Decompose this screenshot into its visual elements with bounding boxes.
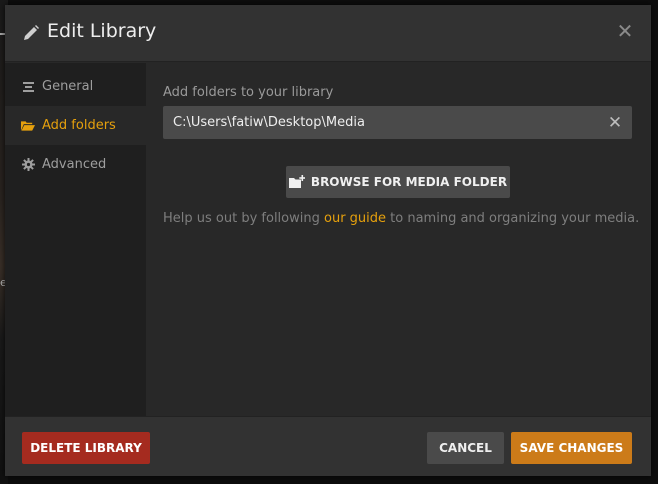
- help-text-prefix: Help us out by following: [163, 211, 324, 226]
- guide-link[interactable]: our guide: [324, 211, 386, 226]
- browse-media-folder-button[interactable]: BROWSE FOR MEDIA FOLDER: [286, 166, 510, 198]
- dialog-title: Edit Library: [47, 20, 157, 42]
- sidebar-item-label: General: [42, 79, 94, 94]
- folder-open-icon: [21, 119, 35, 133]
- dialog-footer: DELETE LIBRARY CANCEL SAVE CHANGES: [5, 416, 651, 476]
- edit-library-dialog: Edit Library ✕ General Add folders Advan…: [5, 5, 651, 476]
- sidebar-item-add-folders[interactable]: Add folders: [5, 106, 146, 145]
- folder-plus-icon: [288, 175, 305, 188]
- list-lines-icon: [21, 80, 35, 94]
- cancel-button[interactable]: CANCEL: [427, 432, 504, 464]
- help-text-suffix: to naming and organizing your media.: [386, 211, 640, 226]
- gear-icon: [21, 158, 35, 172]
- dialog-header: Edit Library ✕: [5, 5, 651, 62]
- delete-library-button[interactable]: DELETE LIBRARY: [22, 432, 150, 464]
- sidebar-item-label: Add folders: [42, 118, 116, 133]
- sidebar-item-label: Advanced: [42, 157, 107, 172]
- folder-path-input[interactable]: [163, 106, 632, 139]
- save-changes-button[interactable]: SAVE CHANGES: [511, 432, 632, 464]
- sidebar-item-advanced[interactable]: Advanced: [5, 145, 146, 184]
- clear-path-icon[interactable]: ✕: [605, 113, 625, 133]
- browse-button-label: BROWSE FOR MEDIA FOLDER: [310, 175, 508, 189]
- help-text: Help us out by following our guide to na…: [163, 211, 639, 226]
- sidebar-item-general[interactable]: General: [5, 67, 146, 106]
- sidebar: General Add folders Advanced: [5, 63, 146, 416]
- add-folders-panel: Add folders to your library ✕ BROWSE FOR…: [146, 63, 651, 416]
- folders-field-label: Add folders to your library: [163, 85, 334, 100]
- pencil-icon: [24, 25, 39, 40]
- close-icon[interactable]: ✕: [613, 19, 637, 43]
